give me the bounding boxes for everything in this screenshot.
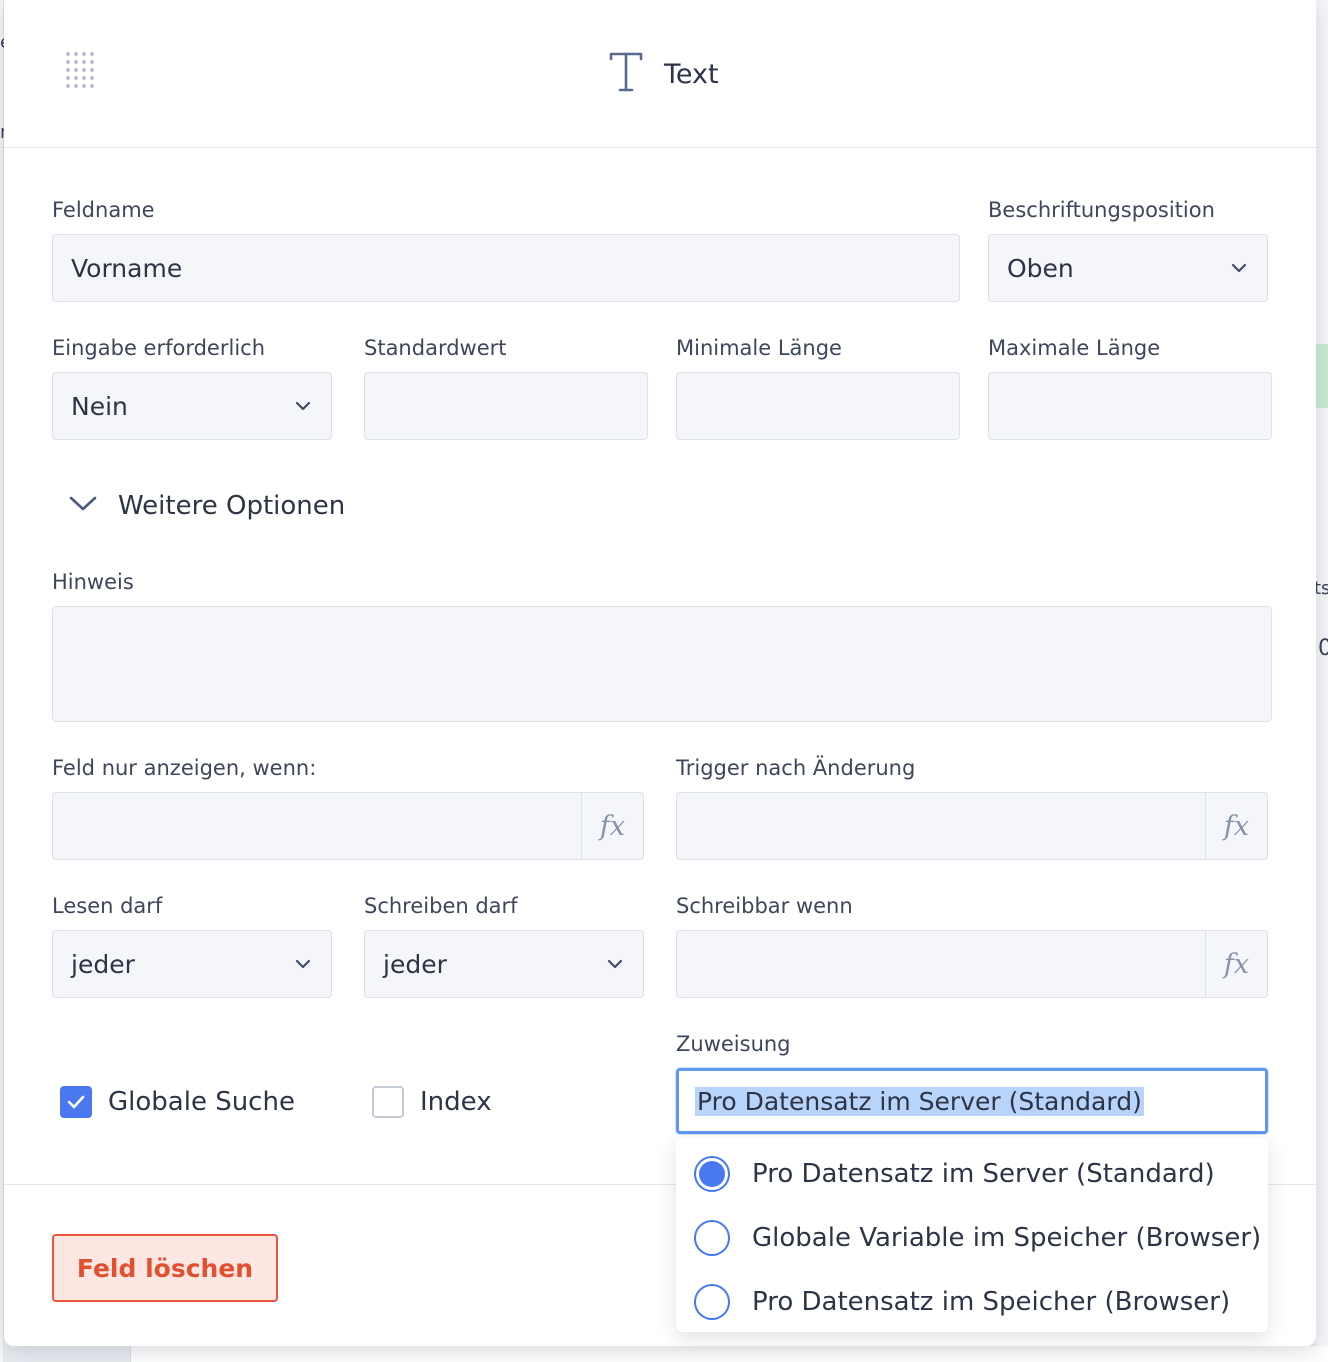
zuweisung-option[interactable]: Pro Datensatz im Speicher (Browser)	[676, 1270, 1268, 1334]
radio-selected-icon	[694, 1156, 730, 1192]
zuweisung-dropdown: Pro Datensatz im Server (Standard) Globa…	[676, 1138, 1268, 1332]
background-text-fragment: ts	[1314, 578, 1328, 599]
maximale-laenge-label: Maximale Länge	[988, 336, 1161, 360]
anzeigen-wenn-label: Feld nur anzeigen, wenn:	[52, 756, 317, 780]
index-label: Index	[420, 1087, 492, 1117]
zuweisung-option-label: Pro Datensatz im Speicher (Browser)	[752, 1287, 1231, 1317]
zuweisung-option[interactable]: Globale Variable im Speicher (Browser)	[676, 1206, 1268, 1270]
background-green-badge	[1316, 344, 1328, 408]
chevron-down-icon	[1229, 258, 1249, 278]
modal-title-group: Text	[608, 50, 719, 98]
modal-header: Text	[4, 0, 1316, 148]
minimale-laenge-input[interactable]	[676, 372, 960, 440]
formula-button[interactable]: fx	[1205, 931, 1267, 997]
drag-handle-icon[interactable]	[66, 52, 94, 90]
field-settings-modal: Text Feldname Vorname Beschriftungsposit…	[4, 0, 1316, 1346]
background-app-bottom	[130, 1346, 1328, 1362]
zuweisung-option-label: Pro Datensatz im Server (Standard)	[752, 1159, 1215, 1189]
text-type-icon	[608, 51, 644, 97]
zuweisung-option-label: Globale Variable im Speicher (Browser)	[752, 1223, 1262, 1253]
minimale-laenge-label: Minimale Länge	[676, 336, 842, 360]
chevron-down-icon	[605, 954, 625, 974]
feldname-input[interactable]: Vorname	[52, 234, 960, 302]
zuweisung-value: Pro Datensatz im Server (Standard)	[695, 1086, 1144, 1116]
eingabe-erforderlich-label: Eingabe erforderlich	[52, 336, 266, 360]
lesen-darf-value: jeder	[71, 949, 135, 979]
checkbox-checked-icon[interactable]	[60, 1086, 92, 1118]
zuweisung-label: Zuweisung	[676, 1032, 791, 1056]
zuweisung-select[interactable]: Pro Datensatz im Server (Standard)	[676, 1068, 1268, 1134]
feldname-label: Feldname	[52, 198, 155, 222]
beschriftungsposition-label: Beschriftungsposition	[988, 198, 1215, 222]
globale-suche-checkbox[interactable]: Globale Suche	[60, 1086, 295, 1118]
index-checkbox[interactable]: Index	[372, 1086, 492, 1118]
chevron-down-icon	[68, 495, 98, 517]
radio-unselected-icon	[694, 1220, 730, 1256]
chevron-down-icon	[293, 396, 313, 416]
standardwert-label: Standardwert	[364, 336, 507, 360]
formula-button[interactable]: fx	[581, 793, 643, 859]
fx-icon: fx	[1223, 810, 1250, 842]
beschriftungsposition-select[interactable]: Oben	[988, 234, 1268, 302]
fx-icon: fx	[599, 810, 626, 842]
trigger-input[interactable]: fx	[676, 792, 1268, 860]
schreiben-darf-value: jeder	[383, 949, 447, 979]
feld-loeschen-button[interactable]: Feld löschen	[52, 1234, 278, 1302]
schreiben-darf-label: Schreiben darf	[364, 894, 518, 918]
schreiben-darf-select[interactable]: jeder	[364, 930, 644, 998]
standardwert-input[interactable]	[364, 372, 648, 440]
eingabe-erforderlich-select[interactable]: Nein	[52, 372, 332, 440]
background-app-right	[1316, 0, 1328, 1362]
schreibbar-wenn-input[interactable]: fx	[676, 930, 1268, 998]
hinweis-textarea[interactable]	[52, 606, 1272, 722]
modal-title: Text	[664, 58, 719, 90]
formula-button[interactable]: fx	[1205, 793, 1267, 859]
trigger-label: Trigger nach Änderung	[676, 756, 916, 780]
weitere-optionen-label: Weitere Optionen	[118, 491, 346, 521]
radio-unselected-icon	[694, 1284, 730, 1320]
zuweisung-option[interactable]: Pro Datensatz im Server (Standard)	[676, 1142, 1268, 1206]
lesen-darf-select[interactable]: jeder	[52, 930, 332, 998]
anzeigen-wenn-input[interactable]: fx	[52, 792, 644, 860]
checkbox-unchecked-icon[interactable]	[372, 1086, 404, 1118]
maximale-laenge-input[interactable]	[988, 372, 1272, 440]
eingabe-erforderlich-value: Nein	[71, 391, 128, 421]
hinweis-label: Hinweis	[52, 570, 134, 594]
lesen-darf-label: Lesen darf	[52, 894, 163, 918]
background-text-fragment: 0	[1318, 636, 1328, 661]
fx-icon: fx	[1223, 948, 1250, 980]
feldname-value: Vorname	[71, 253, 183, 283]
globale-suche-label: Globale Suche	[108, 1087, 295, 1117]
chevron-down-icon	[293, 954, 313, 974]
schreibbar-wenn-label: Schreibbar wenn	[676, 894, 853, 918]
weitere-optionen-toggle[interactable]: Weitere Optionen	[68, 484, 345, 528]
beschriftungsposition-value: Oben	[1007, 253, 1074, 283]
